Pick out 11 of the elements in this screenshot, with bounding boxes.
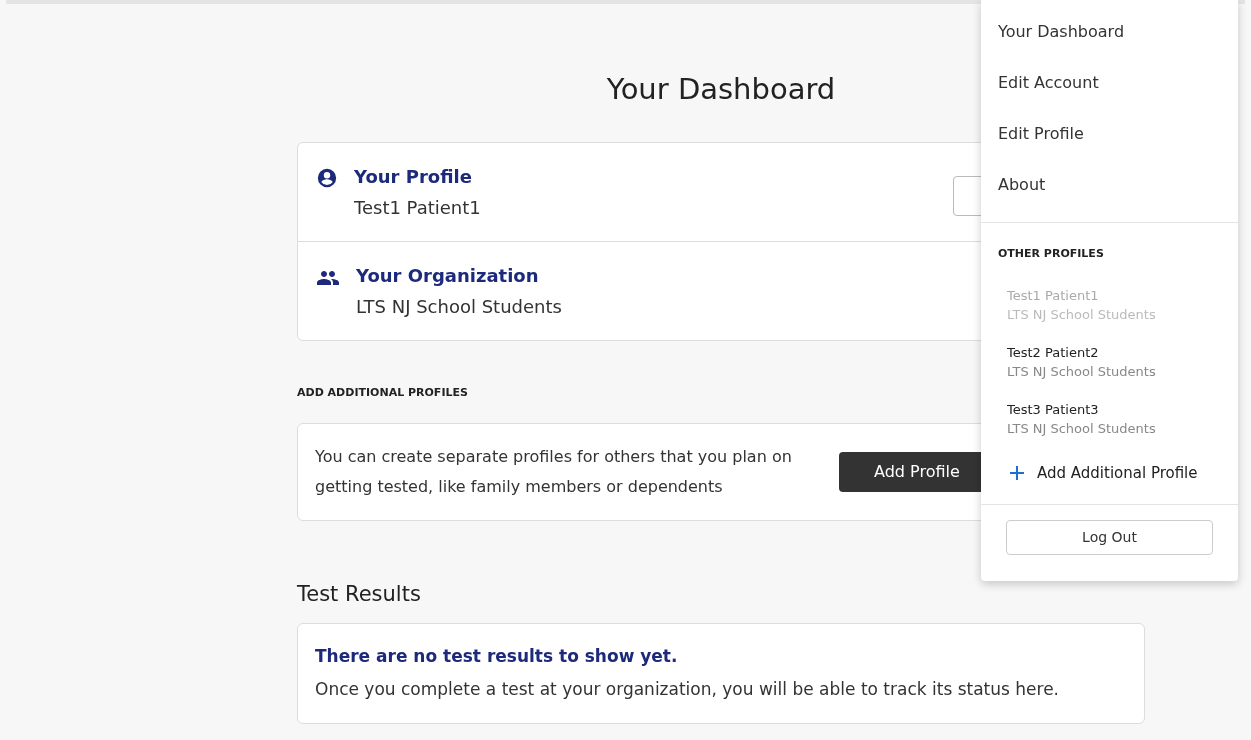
test-results-heading: Test Results <box>297 581 422 608</box>
section-value: LTS NJ School Students <box>356 294 562 319</box>
empty-results-text: Once you complete a test at your organization, you will be able to track its status here. <box>315 678 1060 701</box>
section-label: ADD ADDITIONAL PROFILES <box>297 384 469 401</box>
page-title: Your Dashboard <box>606 71 836 108</box>
section-heading: Your Profile <box>354 164 473 189</box>
empty-results-title: There are no test results to show yet. <box>315 644 679 668</box>
section-value: Test1 Patient1 <box>354 195 481 220</box>
add-profile-description: You can create separate profiles for others that you plan on getting tested, like family members or dependents <box>315 446 793 498</box>
menu-section-heading: OTHER PROFILES <box>997 246 1105 262</box>
section-heading: Your Organization <box>356 263 540 288</box>
